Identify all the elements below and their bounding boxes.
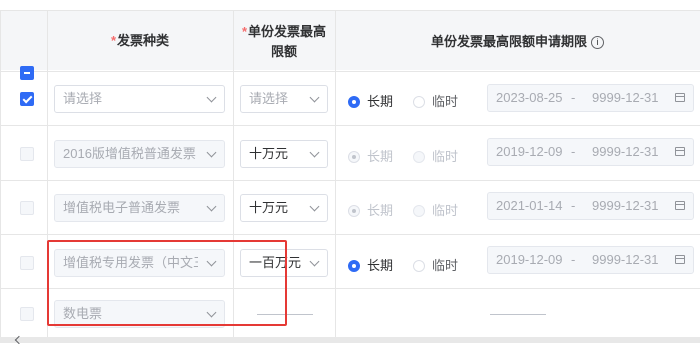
radio-temporary-label: 临时	[432, 94, 459, 109]
chevron-down-icon	[206, 201, 217, 212]
chevron-down-icon	[309, 201, 320, 212]
date-separator: -	[571, 198, 576, 213]
date-start: 2019-12-09	[496, 252, 563, 267]
calendar-icon	[675, 147, 685, 156]
date-end: 9999-12-31	[592, 90, 659, 105]
radio-temporary-label: 临时	[432, 149, 459, 164]
info-icon[interactable]: i	[591, 36, 604, 50]
date-start: 2023-08-25	[496, 90, 563, 105]
header-invoice-type: *发票种类	[47, 31, 233, 51]
row-checkbox[interactable]	[20, 147, 34, 161]
date-start: 2019-12-09	[496, 144, 563, 159]
select-value: 2016版增值税普通发票（	[63, 146, 198, 161]
date-end: 9999-12-31	[592, 198, 659, 213]
required-mark: *	[110, 33, 117, 48]
max-limit-select[interactable]: 请选择	[240, 85, 328, 113]
header-invoice-type-label: 发票种类	[117, 33, 170, 48]
invoice-type-select[interactable]: 请选择	[54, 85, 225, 113]
radio-long-term[interactable]	[348, 96, 360, 108]
date-range-picker[interactable]: 2019-12-09 - 9999-12-31	[487, 246, 694, 274]
chevron-down-icon	[206, 92, 217, 103]
radio-temporary-label: 临时	[432, 258, 459, 273]
date-end: 9999-12-31	[592, 252, 659, 267]
date-end: 9999-12-31	[592, 144, 659, 159]
radio-long-term[interactable]	[348, 205, 360, 217]
select-value: 请选择	[249, 91, 289, 106]
horizontal-scrollbar[interactable]	[0, 337, 700, 343]
grid-line	[0, 10, 1, 343]
empty-period-dash	[490, 314, 546, 315]
row-checkbox[interactable]	[20, 256, 34, 270]
invoice-type-select[interactable]: 2016版增值税普通发票（	[54, 140, 225, 168]
radio-temporary[interactable]	[413, 151, 425, 163]
date-range-picker[interactable]: 2023-08-25 - 9999-12-31	[487, 84, 694, 112]
radio-long-term-label: 长期	[367, 149, 394, 164]
select-value: 十万元	[249, 146, 289, 161]
invoice-type-select[interactable]: 增值税电子普通发票	[54, 194, 225, 222]
calendar-icon	[675, 93, 685, 102]
header-max-limit-line2: 限额	[270, 44, 297, 59]
header-max-limit: *单份发票最高 限额	[233, 22, 335, 62]
chevron-down-icon	[309, 92, 320, 103]
header-period: 单份发票最高限额申请期限 i	[335, 32, 700, 52]
calendar-icon	[675, 201, 685, 210]
select-value: 十万元	[249, 200, 289, 215]
max-limit-select[interactable]: 十万元	[240, 140, 328, 168]
row-checkbox[interactable]	[20, 201, 34, 215]
grid-line	[0, 180, 700, 181]
grid-line	[0, 234, 700, 235]
radio-long-term-label: 长期	[367, 203, 394, 218]
radio-temporary-label: 临时	[432, 203, 459, 218]
row-checkbox[interactable]	[20, 307, 34, 321]
select-all-checkbox[interactable]	[20, 66, 34, 80]
date-separator: -	[571, 144, 576, 159]
radio-temporary[interactable]	[413, 260, 425, 272]
radio-long-term-label: 长期	[367, 94, 394, 109]
calendar-icon	[675, 255, 685, 264]
select-value: 增值税电子普通发票	[63, 200, 181, 215]
invoice-table: *发票种类 *单份发票最高 限额 单份发票最高限额申请期限 i 请选择 请选择 长…	[0, 0, 700, 344]
required-mark: *	[241, 24, 248, 39]
radio-long-term[interactable]	[348, 151, 360, 163]
radio-temporary[interactable]	[413, 96, 425, 108]
date-separator: -	[571, 90, 576, 105]
chevron-down-icon	[309, 147, 320, 158]
date-range-picker[interactable]: 2021-01-14 - 9999-12-31	[487, 192, 694, 220]
chevron-down-icon	[206, 147, 217, 158]
date-start: 2021-01-14	[496, 198, 563, 213]
select-value: 请选择	[63, 91, 103, 106]
grid-line	[0, 10, 700, 11]
chevron-down-icon	[309, 256, 320, 267]
radio-long-term[interactable]	[348, 260, 360, 272]
highlight-box	[47, 240, 287, 326]
header-max-limit-line1: 单份发票最高	[248, 24, 327, 39]
radio-long-term-label: 长期	[367, 258, 394, 273]
grid-line	[0, 71, 700, 72]
header-period-label: 单份发票最高限额申请期限	[430, 34, 587, 49]
grid-line	[335, 10, 336, 343]
date-separator: -	[571, 252, 576, 267]
row-checkbox[interactable]	[20, 92, 34, 106]
radio-temporary[interactable]	[413, 205, 425, 217]
grid-line	[0, 125, 700, 126]
date-range-picker[interactable]: 2019-12-09 - 9999-12-31	[487, 138, 694, 166]
max-limit-select[interactable]: 十万元	[240, 194, 328, 222]
